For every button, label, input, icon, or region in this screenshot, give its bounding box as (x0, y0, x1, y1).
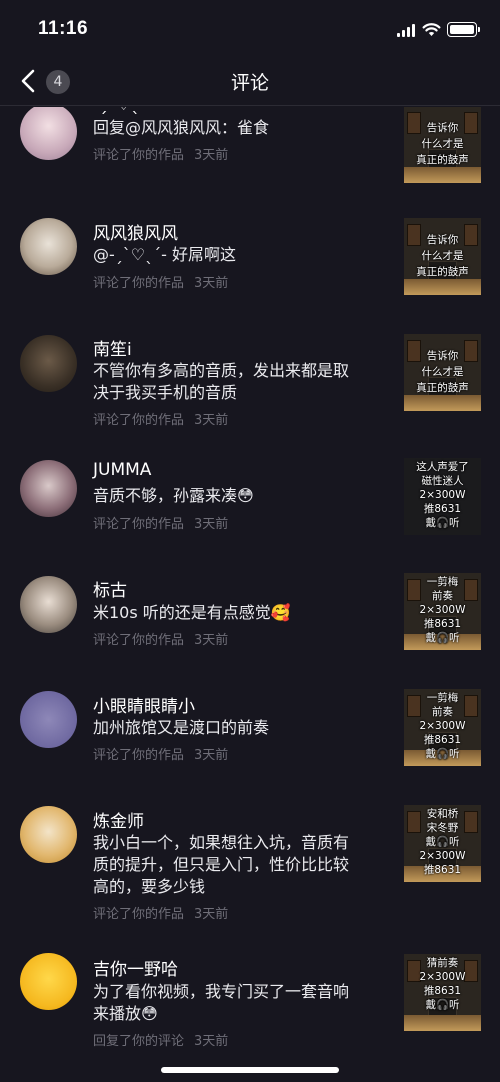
comment-time: 3天前 (194, 1034, 229, 1049)
comment-text: 加州旅馆又是渡口的前奏 (93, 718, 270, 737)
avatar[interactable] (20, 953, 77, 1010)
comment-action: 评论了你的作品 (93, 148, 185, 163)
comment-meta: 评论了你的作品 3天前 (93, 409, 238, 428)
video-thumbnail[interactable]: 告诉你 什么才是 真正的鼓声 (404, 218, 481, 295)
comment-time: 3天前 (194, 907, 229, 922)
comment-text: @-ˏˋ♡ˎˊ- 好屌啊这 (93, 245, 236, 264)
cellular-signal-icon (397, 24, 415, 37)
comment-time: 3天前 (194, 276, 229, 291)
avatar[interactable] (20, 460, 77, 517)
thumbnail-caption: 猜前奏 2×300W 推8631 戴🎧听 (419, 957, 466, 1011)
comment-list[interactable]: -ˏˋ♡ˎˊ- 回复@风风狼风风：雀食 评论了你的作品 3天前 告诉你 什么才是 … (0, 107, 500, 1082)
comment-item[interactable]: 风风狼风风 @-ˏˋ♡ˎˊ- 好屌啊这 评论了你的作品 3天前 告诉你 什么才是 … (0, 210, 500, 325)
status-bar: 11:16 (0, 0, 500, 58)
comment-time: 3天前 (194, 517, 229, 532)
thumbnail-caption: 告诉你 什么才是 真正的鼓声 (416, 350, 469, 394)
video-thumbnail[interactable]: 告诉你 什么才是 真正的鼓声 (404, 107, 481, 183)
video-thumbnail[interactable]: 一剪梅 前奏 2×300W 推8631 戴🎧听 (404, 689, 481, 766)
comment-time: 3天前 (194, 148, 229, 163)
comment-meta: 评论了你的作品 3天前 (93, 272, 238, 291)
comment-action: 评论了你的作品 (93, 748, 185, 763)
comment-item[interactable]: -ˏˋ♡ˎˊ- 回复@风风狼风风：雀食 评论了你的作品 3天前 告诉你 什么才是 … (0, 107, 500, 210)
comment-text: 米10s 听的还是有点感觉🥰 (93, 603, 291, 622)
avatar[interactable] (20, 691, 77, 748)
comment-meta: 评论了你的作品 3天前 (93, 903, 238, 922)
video-thumbnail[interactable]: 这人声爱了 磁性迷人 2×300W 推8631 戴🎧听 (404, 458, 481, 535)
nav-bar: 4 评论 (0, 58, 500, 106)
commenter-name[interactable]: 吉你一野哈 (93, 955, 178, 980)
comment-item[interactable]: 吉你一野哈 为了看你视频，我专门买了一套音响来播放😳 回复了你的评论 3天前 猜前… (0, 949, 500, 1082)
comment-time: 3天前 (194, 748, 229, 763)
comment-item[interactable]: JUMMA 音质不够，孙露来凑😳 评论了你的作品 3天前 这人声爱了 磁性迷人 2… (0, 454, 500, 569)
video-thumbnail[interactable]: 安和桥 宋冬野 戴🎧听 2×300W 推8631 (404, 805, 481, 882)
commenter-name[interactable]: 南笙i (93, 335, 132, 360)
commenter-name[interactable]: -ˏˋ♡ˎˊ- (93, 107, 155, 115)
avatar[interactable] (20, 107, 77, 160)
comment-meta: 评论了你的作品 3天前 (93, 744, 238, 763)
avatar[interactable] (20, 218, 77, 275)
comment-item[interactable]: 小眼睛眼睛小 加州旅馆又是渡口的前奏 评论了你的作品 3天前 一剪梅 前奏 2×3… (0, 685, 500, 800)
thumbnail-caption: 这人声爱了 磁性迷人 2×300W 推8631 戴🎧听 (416, 461, 469, 529)
comment-meta: 回复了你的评论 3天前 (93, 1030, 238, 1049)
avatar[interactable] (20, 335, 77, 392)
home-indicator[interactable] (161, 1067, 339, 1073)
video-thumbnail[interactable]: 告诉你 什么才是 真正的鼓声 (404, 334, 481, 411)
video-thumbnail[interactable]: 猜前奏 2×300W 推8631 戴🎧听 (404, 954, 481, 1031)
comment-text: 音质不够，孙露来凑😳 (93, 486, 254, 505)
comment-text: 我小白一个，如果想往入坑，音质有质的提升，但只是入门，性价比比较高的，要多少钱 (93, 833, 350, 896)
commenter-name[interactable]: 炼金师 (93, 807, 144, 832)
comment-item[interactable]: 炼金师 我小白一个，如果想往入坑，音质有质的提升，但只是入门，性价比比较高的，要… (0, 800, 500, 922)
comment-item[interactable]: 南笙i 不管你有多高的音质，发出来都是取决于我买手机的音质 评论了你的作品 3天前… (0, 327, 500, 442)
comment-action: 评论了你的作品 (93, 276, 185, 291)
thumbnail-caption: 告诉你 什么才是 真正的鼓声 (416, 234, 469, 278)
page-title: 评论 (230, 72, 269, 94)
commenter-name[interactable]: 标古 (93, 576, 127, 601)
comment-item[interactable]: 标古 米10s 听的还是有点感觉🥰 评论了你的作品 3天前 一剪梅 前奏 2×30… (0, 570, 500, 685)
comment-text: 为了看你视频，我专门买了一套音响来播放😳 (93, 982, 350, 1023)
comment-text: 回复@风风狼风风：雀食 (93, 118, 270, 137)
thumbnail-caption: 一剪梅 前奏 2×300W 推8631 戴🎧听 (419, 576, 466, 644)
comment-meta: 评论了你的作品 3天前 (93, 144, 238, 163)
comment-action: 评论了你的作品 (93, 517, 185, 532)
status-time: 11:16 (38, 18, 89, 39)
comment-action: 评论了你的作品 (93, 907, 185, 922)
comment-action: 评论了你的作品 (93, 413, 185, 428)
commenter-name[interactable]: 小眼睛眼睛小 (93, 692, 195, 717)
battery-icon (447, 22, 480, 37)
comment-time: 3天前 (194, 633, 229, 648)
avatar[interactable] (20, 806, 77, 863)
avatar[interactable] (20, 576, 77, 633)
comment-meta: 评论了你的作品 3天前 (93, 629, 238, 648)
comment-text: 不管你有多高的音质，发出来都是取决于我买手机的音质 (93, 361, 350, 402)
commenter-name[interactable]: JUMMA (93, 460, 151, 480)
thumbnail-caption: 告诉你 什么才是 真正的鼓声 (416, 122, 469, 166)
commenter-name[interactable]: 风风狼风风 (93, 219, 178, 244)
video-thumbnail[interactable]: 一剪梅 前奏 2×300W 推8631 戴🎧听 (404, 573, 481, 650)
thumbnail-caption: 一剪梅 前奏 2×300W 推8631 戴🎧听 (419, 692, 466, 760)
thumbnail-caption: 安和桥 宋冬野 戴🎧听 2×300W 推8631 (419, 808, 466, 876)
comment-meta: 评论了你的作品 3天前 (93, 513, 238, 532)
wifi-icon (422, 23, 441, 36)
comment-action: 回复了你的评论 (93, 1034, 185, 1049)
comment-action: 评论了你的作品 (93, 633, 185, 648)
comment-time: 3天前 (194, 413, 229, 428)
